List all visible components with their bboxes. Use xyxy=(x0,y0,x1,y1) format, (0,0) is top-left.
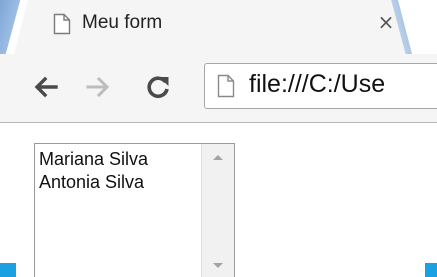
page-content: Mariana Silva Antonia Silva xyxy=(0,123,437,277)
page-icon xyxy=(53,13,71,35)
browser-window: Meu form × file:///C:/Use Mariana Silva … xyxy=(0,0,437,277)
list-option[interactable]: Mariana Silva xyxy=(39,148,199,171)
url-text: file:///C:/Use xyxy=(249,70,386,98)
taskbar-edge xyxy=(0,263,16,277)
taskbar-edge xyxy=(425,263,437,277)
toolbar: file:///C:/Use xyxy=(0,54,437,123)
list-option[interactable]: Antonia Silva xyxy=(39,171,199,194)
listbox-options: Mariana Silva Antonia Silva xyxy=(39,148,199,194)
page-icon xyxy=(217,74,235,98)
tab-strip: Meu form × xyxy=(0,0,437,54)
browser-tab[interactable] xyxy=(14,0,412,54)
scroll-up-icon[interactable] xyxy=(202,147,234,167)
close-tab-icon[interactable]: × xyxy=(377,10,395,34)
scroll-down-icon[interactable] xyxy=(202,256,234,276)
reload-icon[interactable] xyxy=(144,72,172,102)
tab-title: Meu form xyxy=(82,12,163,33)
listbox-scrollbar[interactable] xyxy=(201,144,234,277)
address-bar[interactable]: file:///C:/Use xyxy=(204,63,437,109)
names-listbox[interactable]: Mariana Silva Antonia Silva xyxy=(34,143,235,277)
forward-arrow-icon[interactable] xyxy=(84,72,112,102)
back-arrow-icon[interactable] xyxy=(32,72,60,102)
